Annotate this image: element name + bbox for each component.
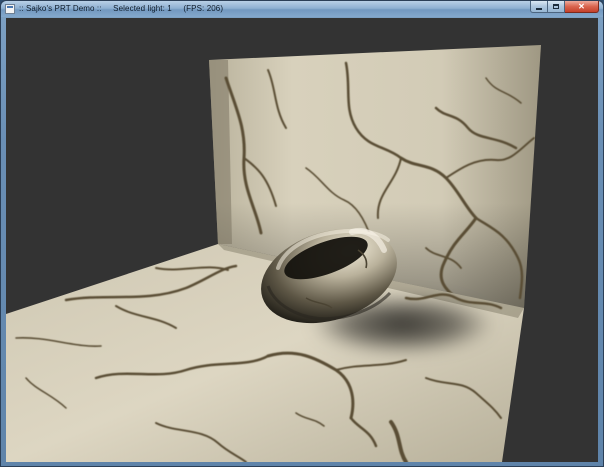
render-viewport[interactable] [6,18,598,462]
minimize-button[interactable] [530,1,548,13]
app-icon[interactable] [5,4,15,14]
close-button[interactable]: ✕ [565,1,599,13]
maximize-icon [553,4,559,9]
close-icon: ✕ [578,1,585,11]
scene-canvas [6,45,541,462]
window-title: :: Sajko's PRT Demo :: Selected light: 1… [19,4,224,13]
caption-buttons: ✕ [530,1,599,13]
app-window: :: Sajko's PRT Demo :: Selected light: 1… [0,0,604,467]
maximize-button[interactable] [548,1,565,13]
title-bar[interactable]: :: Sajko's PRT Demo :: Selected light: 1… [1,1,603,17]
minimize-icon [536,7,542,10]
